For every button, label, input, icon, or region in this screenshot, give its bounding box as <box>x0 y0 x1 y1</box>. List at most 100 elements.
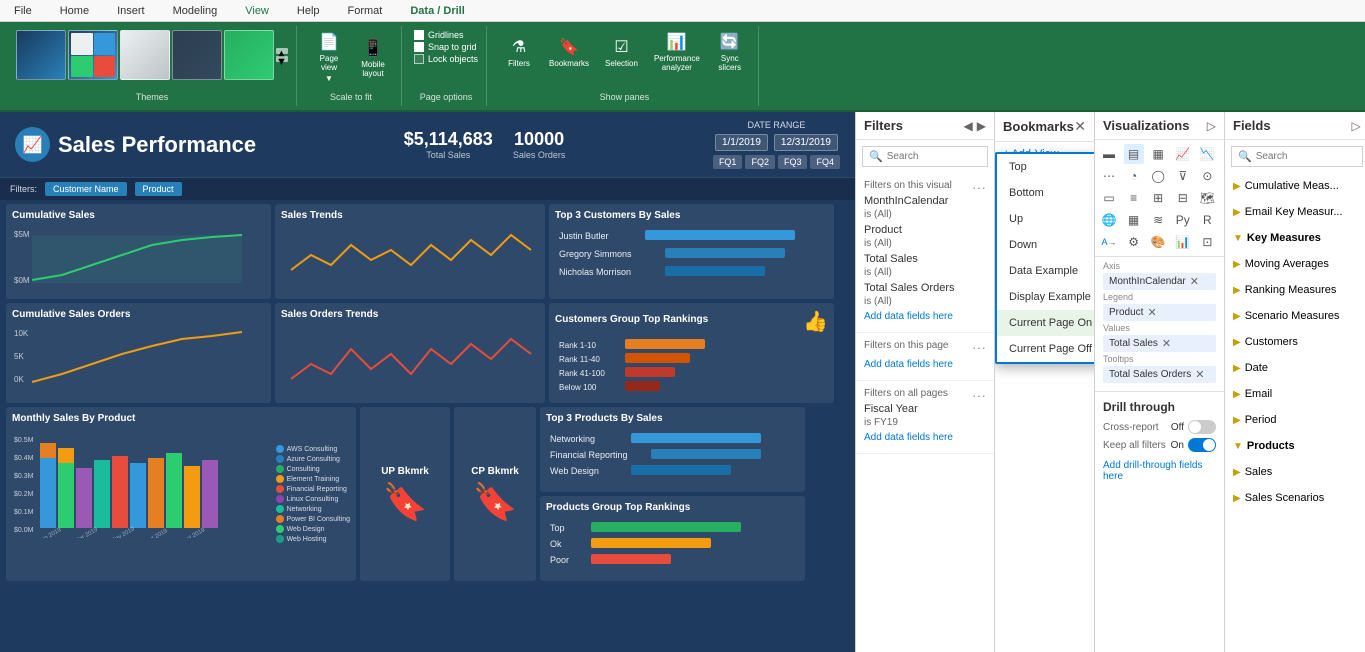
viz-pie[interactable]: ◔ <box>1124 166 1144 186</box>
filter-fiscal-year-field[interactable]: Fiscal Year <box>864 403 986 415</box>
viz-filled-map[interactable]: 🌐 <box>1099 210 1119 230</box>
viz-map[interactable]: 🗺 <box>1197 188 1217 208</box>
viz-analytics[interactable]: 📊 <box>1173 232 1193 252</box>
viz-format[interactable]: 🎨 <box>1148 232 1168 252</box>
viz-r[interactable]: R <box>1197 210 1217 230</box>
fq3-btn[interactable]: FQ3 <box>778 155 808 169</box>
viz-custom2[interactable]: ⚙ <box>1124 232 1144 252</box>
viz-line[interactable]: 📈 <box>1173 144 1193 164</box>
filter-total-orders-field[interactable]: Total Sales Orders <box>864 282 986 294</box>
filters-on-page-dots[interactable]: ··· <box>972 339 986 355</box>
fq2-btn[interactable]: FQ2 <box>745 155 775 169</box>
page-view-btn[interactable]: 📄 Pageview ▼ <box>309 30 349 85</box>
theme-box-5[interactable] <box>224 30 274 80</box>
tooltips-remove-btn[interactable]: ✕ <box>1195 368 1204 381</box>
selection-pane-btn[interactable]: ☑ Selection <box>599 30 644 74</box>
bookmark-bottom[interactable]: Bottom <box>997 180 1095 206</box>
bookmark-up[interactable]: Up <box>997 206 1095 232</box>
menu-insert[interactable]: Insert <box>111 3 151 19</box>
menu-format[interactable]: Format <box>342 3 389 19</box>
gridlines-checkbox[interactable]: Gridlines <box>414 30 478 40</box>
scenario-group-header[interactable]: ▶ Scenario Measures <box>1233 307 1361 325</box>
fields-search[interactable]: 🔍 <box>1231 146 1363 167</box>
menu-home[interactable]: Home <box>54 3 95 19</box>
viz-expand-icon[interactable]: ▷ <box>1207 119 1216 133</box>
menu-modeling[interactable]: Modeling <box>167 3 224 19</box>
email-key-group-header[interactable]: ▶ Email Key Measur... <box>1233 203 1361 221</box>
mobile-layout-btn[interactable]: 📱 Mobilelayout <box>353 30 393 85</box>
filters-collapse-icon[interactable]: ◀ <box>964 119 973 133</box>
sales-group-header[interactable]: ▶ Sales <box>1233 463 1361 481</box>
filters-on-visual-add[interactable]: Add data fields here <box>864 307 986 326</box>
sync-slicers-btn[interactable]: 🔄 Syncslicers <box>710 30 750 74</box>
products-group-header[interactable]: ▼ Products <box>1233 437 1361 455</box>
snap-to-grid-checkbox[interactable]: Snap to grid <box>414 42 478 52</box>
filters-more-icon[interactable]: ▶ <box>977 119 986 133</box>
filter-month-field[interactable]: MonthInCalendar <box>864 195 986 207</box>
period-group-header[interactable]: ▶ Period <box>1233 411 1361 429</box>
filters-search[interactable]: 🔍 <box>862 146 988 167</box>
bookmark-current-page-on[interactable]: Current Page On ··· <box>997 310 1095 336</box>
viz-ai[interactable]: Py <box>1173 210 1193 230</box>
lock-objects-checkbox[interactable]: Lock objects <box>414 54 478 64</box>
viz-waterfall[interactable]: ≋ <box>1148 210 1168 230</box>
filters-pane-btn[interactable]: ⚗ Filters <box>499 30 539 74</box>
filters-search-input[interactable] <box>887 151 981 162</box>
theme-box-3[interactable] <box>120 30 170 80</box>
filters-on-all-pages-dots[interactable]: ··· <box>972 387 986 403</box>
drill-add-fields[interactable]: Add drill-through fields here <box>1103 456 1216 486</box>
viz-multi-row[interactable]: ≡ <box>1124 188 1144 208</box>
cross-report-toggle[interactable] <box>1188 420 1216 434</box>
fq1-btn[interactable]: FQ1 <box>713 155 743 169</box>
bookmark-down[interactable]: Down <box>997 232 1095 258</box>
viz-scatter[interactable]: ⋯ <box>1099 166 1119 186</box>
viz-treemap[interactable]: ▦ <box>1124 210 1144 230</box>
fq4-btn[interactable]: FQ4 <box>810 155 840 169</box>
filters-on-page-add[interactable]: Add data fields here <box>864 355 986 374</box>
menu-view[interactable]: View <box>239 3 275 19</box>
theme-box-4[interactable] <box>172 30 222 80</box>
filters-on-visual-dots[interactable]: ··· <box>972 179 986 195</box>
bookmark-display-example[interactable]: Display Example <box>997 284 1095 310</box>
viz-gauge[interactable]: ⊙ <box>1197 166 1217 186</box>
menu-data-drill[interactable]: Data / Drill <box>404 3 470 19</box>
viz-bar-chart[interactable]: ▬ <box>1099 144 1119 164</box>
email-group-header[interactable]: ▶ Email <box>1233 385 1361 403</box>
viz-stacked-bar[interactable]: ▤ <box>1124 144 1144 164</box>
customer-name-filter-chip[interactable]: Customer Name <box>45 182 127 196</box>
viz-table[interactable]: ⊞ <box>1148 188 1168 208</box>
ranking-group-header[interactable]: ▶ Ranking Measures <box>1233 281 1361 299</box>
viz-matrix[interactable]: ⊟ <box>1173 188 1193 208</box>
axis-remove-btn[interactable]: ✕ <box>1190 275 1199 288</box>
bookmark-top[interactable]: Top <box>997 154 1095 180</box>
keep-filters-toggle[interactable] <box>1188 438 1216 452</box>
themes-scroll-down[interactable]: ▼ <box>276 56 288 62</box>
viz-custom1[interactable]: A→ <box>1099 232 1119 252</box>
bookmark-current-page-off[interactable]: Current Page Off ··· <box>997 336 1095 362</box>
menu-file[interactable]: File <box>8 3 38 19</box>
bookmarks-pane-btn[interactable]: 🔖 Bookmarks <box>543 30 595 74</box>
bookmark-data-example[interactable]: Data Example <box>997 258 1095 284</box>
start-date[interactable]: 1/1/2019 <box>715 134 768 151</box>
fields-search-input[interactable] <box>1256 151 1356 162</box>
legend-remove-btn[interactable]: ✕ <box>1147 306 1156 319</box>
sales-scenarios-group-header[interactable]: ▶ Sales Scenarios <box>1233 489 1361 507</box>
date-group-header[interactable]: ▶ Date <box>1233 359 1361 377</box>
values-remove-btn[interactable]: ✕ <box>1162 337 1171 350</box>
theme-box-1[interactable] <box>16 30 66 80</box>
performance-analyzer-btn[interactable]: 📊 Performanceanalyzer <box>648 30 706 74</box>
product-filter-chip[interactable]: Product <box>135 182 182 196</box>
menu-help[interactable]: Help <box>291 3 326 19</box>
theme-box-2[interactable] <box>68 30 118 80</box>
viz-donut[interactable]: ◯ <box>1148 166 1168 186</box>
page-view-dropdown[interactable]: ▼ <box>325 74 333 83</box>
filters-on-all-pages-add[interactable]: Add data fields here <box>864 428 986 447</box>
cumulative-group-header[interactable]: ▶ Cumulative Meas... <box>1233 177 1361 195</box>
viz-100-bar[interactable]: ▦ <box>1148 144 1168 164</box>
viz-fields[interactable]: ⊡ <box>1197 232 1217 252</box>
viz-card[interactable]: ▭ <box>1099 188 1119 208</box>
themes-scroll-up[interactable]: ▲ <box>276 48 288 54</box>
fields-expand-icon[interactable]: ▷ <box>1351 119 1360 133</box>
key-measures-group-header[interactable]: ▼ Key Measures <box>1233 229 1361 247</box>
end-date[interactable]: 12/31/2019 <box>774 134 838 151</box>
